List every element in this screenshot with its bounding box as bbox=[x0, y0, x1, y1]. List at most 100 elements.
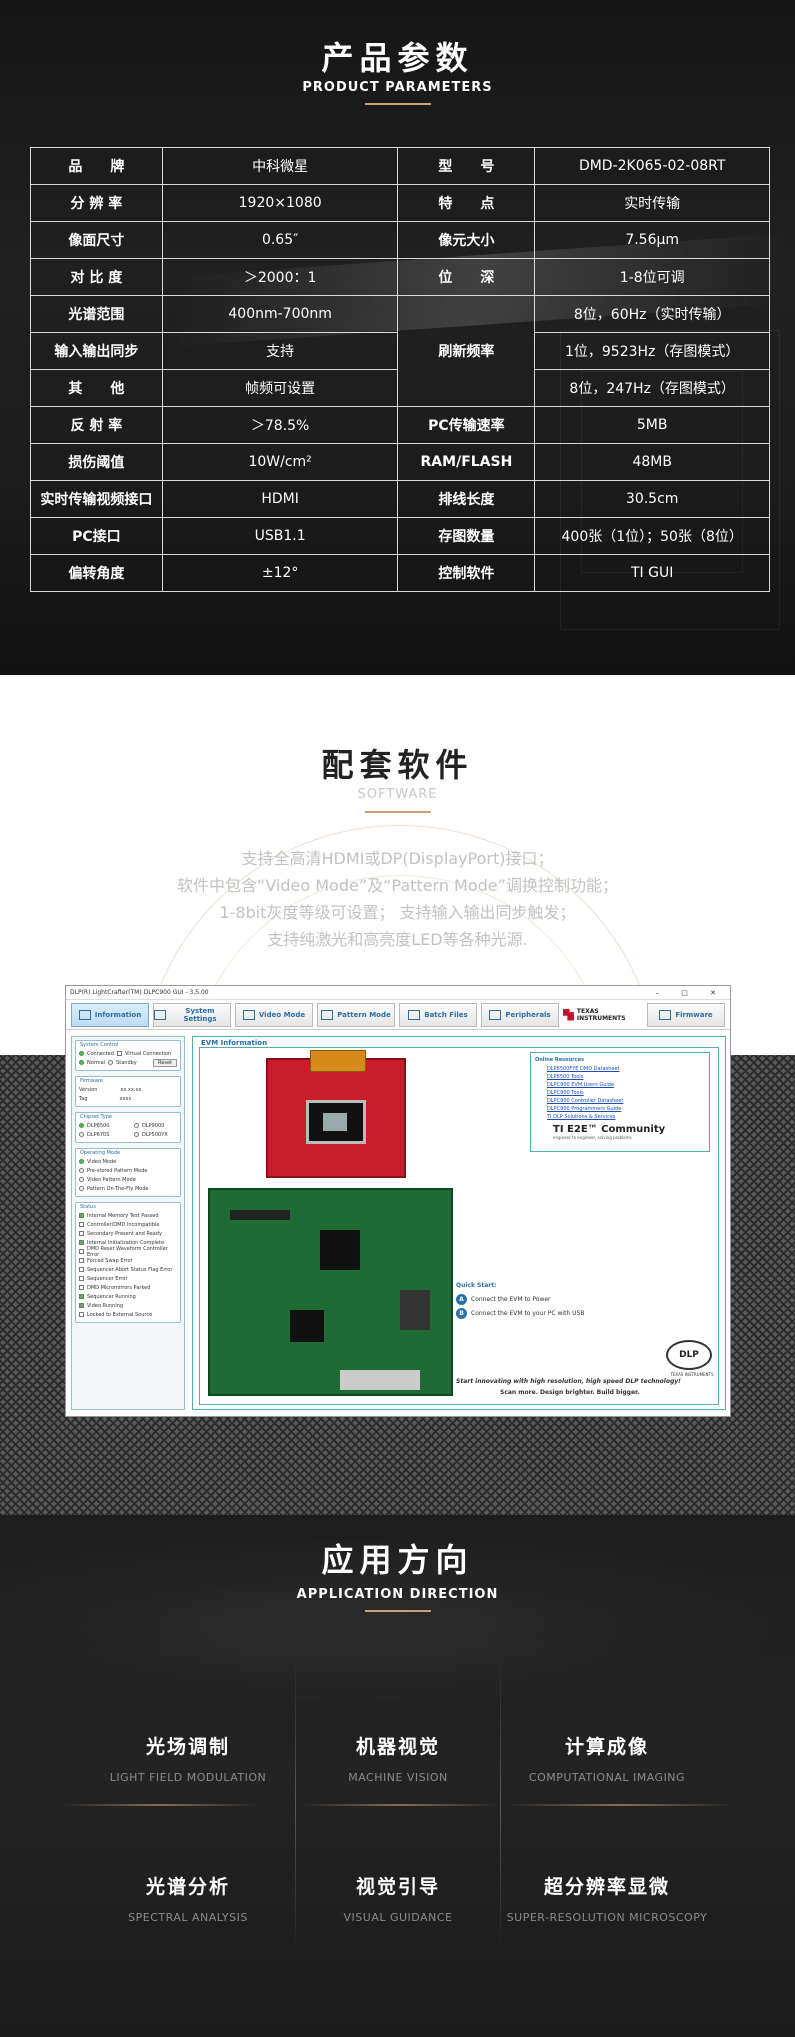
mode-radio[interactable] bbox=[79, 1177, 84, 1182]
chipset-label: DLP500YX bbox=[142, 1131, 168, 1138]
operating-mode-group: Operating Mode Video Mode Pre-stored Pat… bbox=[75, 1148, 181, 1197]
resource-link[interactable]: DLPC900 Tools bbox=[535, 1089, 705, 1097]
param-key: RAM/FLASH bbox=[397, 443, 536, 481]
param-value: 48MB bbox=[534, 443, 770, 481]
row-divider bbox=[505, 1804, 735, 1806]
resource-link[interactable]: DLPC900 Controller Datasheet bbox=[535, 1097, 705, 1105]
status-label: Internal Memory Test Passed bbox=[87, 1212, 159, 1219]
quick-start-step: Connect the EVM to your PC with USB bbox=[471, 1309, 585, 1317]
status-label: Locked to External Source bbox=[87, 1311, 153, 1318]
title-underline bbox=[365, 811, 431, 813]
pattern-icon bbox=[321, 1009, 334, 1020]
param-key: 反 射 率 bbox=[30, 406, 163, 444]
application-item: 视觉引导 VISUAL GUIDANCE bbox=[298, 1872, 498, 1924]
param-value: 7.56μm bbox=[534, 221, 770, 259]
param-key: 型 号 bbox=[397, 147, 536, 185]
gui-tagline: Start innovating with high resolution, h… bbox=[456, 1378, 681, 1385]
params-section: 产品参数 PRODUCT PARAMETERS 品 牌 中科微星 型 号 DMD… bbox=[0, 0, 795, 675]
application-item: 光场调制 LIGHT FIELD MODULATION bbox=[88, 1732, 288, 1784]
mode-radio[interactable] bbox=[79, 1186, 84, 1191]
application-name-en: LIGHT FIELD MODULATION bbox=[109, 1771, 267, 1784]
gui-left-panel: System Control Connected Virtual Connecti… bbox=[71, 1036, 185, 1410]
status-indicator bbox=[79, 1240, 84, 1245]
param-key: 对 比 度 bbox=[30, 258, 163, 296]
table-row: 实时传输视频接口 HDMI 排线长度 30.5cm bbox=[30, 480, 770, 518]
e2e-community-link[interactable]: TI E2E™ Community bbox=[535, 1124, 705, 1135]
status-group: Status Internal Memory Test Passed Contr… bbox=[75, 1202, 181, 1323]
chipset-radio[interactable] bbox=[134, 1123, 139, 1128]
software-desc-line: 支持纯激光和高亮度LED等各种光源. bbox=[267, 930, 528, 949]
tab-batch-files[interactable]: Batch Files bbox=[399, 1002, 477, 1027]
application-name: 视觉引导 bbox=[355, 1876, 440, 1898]
application-item: 计算成像 COMPUTATIONAL IMAGING bbox=[507, 1732, 707, 1784]
status-label: Video Running bbox=[87, 1302, 124, 1309]
applications-subtitle: APPLICATION DIRECTION bbox=[296, 1587, 499, 1602]
status-indicator bbox=[79, 1231, 84, 1236]
chip-icon bbox=[659, 1009, 672, 1020]
row-divider bbox=[60, 1804, 260, 1806]
tab-label: Firmware bbox=[675, 1010, 713, 1019]
virtual-checkbox[interactable] bbox=[116, 1051, 122, 1056]
tab-system-settings[interactable]: System Settings bbox=[153, 1002, 231, 1027]
param-value: 帧频可设置 bbox=[161, 369, 399, 407]
param-value: 400张（1位）；50张（8位） bbox=[534, 517, 770, 555]
table-row: 对 比 度 ＞2000：1 位 深 1-8位可调 bbox=[30, 258, 770, 296]
mode-radio[interactable] bbox=[79, 1159, 84, 1164]
tab-firmware[interactable]: Firmware bbox=[647, 1002, 725, 1027]
status-indicator bbox=[79, 1312, 84, 1317]
texas-icon bbox=[563, 1008, 574, 1021]
param-value: ＞78.5% bbox=[161, 406, 399, 444]
software-desc-line: 支持全高清HDMI或DP(DisplayPort)接口； bbox=[241, 849, 554, 868]
reset-button[interactable]: Reset bbox=[153, 1058, 177, 1067]
peripherals-icon bbox=[489, 1009, 502, 1020]
standby-radio[interactable] bbox=[108, 1060, 114, 1065]
chipset-radio[interactable] bbox=[134, 1132, 139, 1137]
tag-value: xxxx bbox=[119, 1095, 132, 1102]
chipset-radio[interactable] bbox=[79, 1123, 84, 1128]
status-indicator bbox=[79, 1258, 84, 1263]
application-name-en: SPECTRAL ANALYSIS bbox=[128, 1911, 248, 1924]
board-component bbox=[400, 1290, 430, 1330]
mode-radio[interactable] bbox=[79, 1168, 84, 1173]
terminal-icon bbox=[408, 1009, 421, 1020]
tab-pattern-mode[interactable]: Pattern Mode bbox=[317, 1002, 395, 1027]
param-value: 30.5cm bbox=[534, 480, 770, 518]
param-key: 损伤阈值 bbox=[30, 443, 163, 481]
mode-label: Pattern On-The-Fly Mode bbox=[87, 1185, 149, 1192]
status-indicator bbox=[79, 1276, 84, 1281]
gui-main-panel: EVM Information Online Resources DLP6500… bbox=[192, 1036, 726, 1410]
resource-link[interactable]: TI DLP Solutions & Services bbox=[535, 1113, 705, 1121]
tab-video-mode[interactable]: Video Mode bbox=[235, 1002, 313, 1027]
system-control-group: System Control Connected Virtual Connecti… bbox=[75, 1040, 181, 1071]
tab-label: Peripherals bbox=[505, 1010, 551, 1019]
connected-radio[interactable] bbox=[79, 1051, 84, 1056]
ti-logo-text: TEXAS INSTRUMENTS bbox=[576, 1007, 626, 1022]
resource-link[interactable]: DLPC900 EVM Users Guide bbox=[535, 1081, 705, 1089]
resource-link[interactable]: DLPC900 Programmers Guide bbox=[535, 1105, 705, 1113]
tab-peripherals[interactable]: Peripherals bbox=[481, 1002, 559, 1027]
quick-start-title: Quick Start: bbox=[456, 1282, 497, 1289]
status-label: Sequencer Error bbox=[87, 1275, 128, 1282]
window-controls[interactable]: – □ ✕ bbox=[656, 989, 726, 997]
application-item: 超分辨率显微 SUPER-RESOLUTION MICROSCOPY bbox=[492, 1872, 722, 1924]
table-row: 损伤阈值 10W/cm² RAM/FLASH 48MB bbox=[30, 443, 770, 481]
param-value: 5MB bbox=[534, 406, 770, 444]
group-label: System Control bbox=[80, 1042, 119, 1048]
software-desc-line: 1-8bit灰度等级可设置； 支持输入输出同步触发； bbox=[219, 903, 576, 922]
step-b-icon: B bbox=[456, 1307, 467, 1319]
resource-link[interactable]: DLP6500FYE DMD Datasheet bbox=[535, 1065, 705, 1073]
standby-label: Standby bbox=[116, 1059, 137, 1066]
chipset-radio[interactable] bbox=[79, 1132, 84, 1137]
online-resources: Online Resources DLP6500FYE DMD Datashee… bbox=[530, 1052, 710, 1152]
param-value: 实时传输 bbox=[534, 184, 770, 222]
status-label: Controller/DMD Incompatible bbox=[87, 1221, 160, 1228]
chipset-label: DLP670S bbox=[87, 1131, 110, 1138]
tab-information[interactable]: Information bbox=[71, 1002, 149, 1027]
application-name-en: MACHINE VISION bbox=[348, 1771, 448, 1784]
normal-radio[interactable] bbox=[79, 1060, 84, 1065]
param-value: 10W/cm² bbox=[161, 443, 399, 481]
mode-label: Video Mode bbox=[87, 1158, 117, 1165]
params-subtitle: PRODUCT PARAMETERS bbox=[302, 80, 493, 95]
resource-link[interactable]: DLP6500 Tools bbox=[535, 1073, 705, 1081]
mode-label: Video Pattern Mode bbox=[87, 1176, 136, 1183]
